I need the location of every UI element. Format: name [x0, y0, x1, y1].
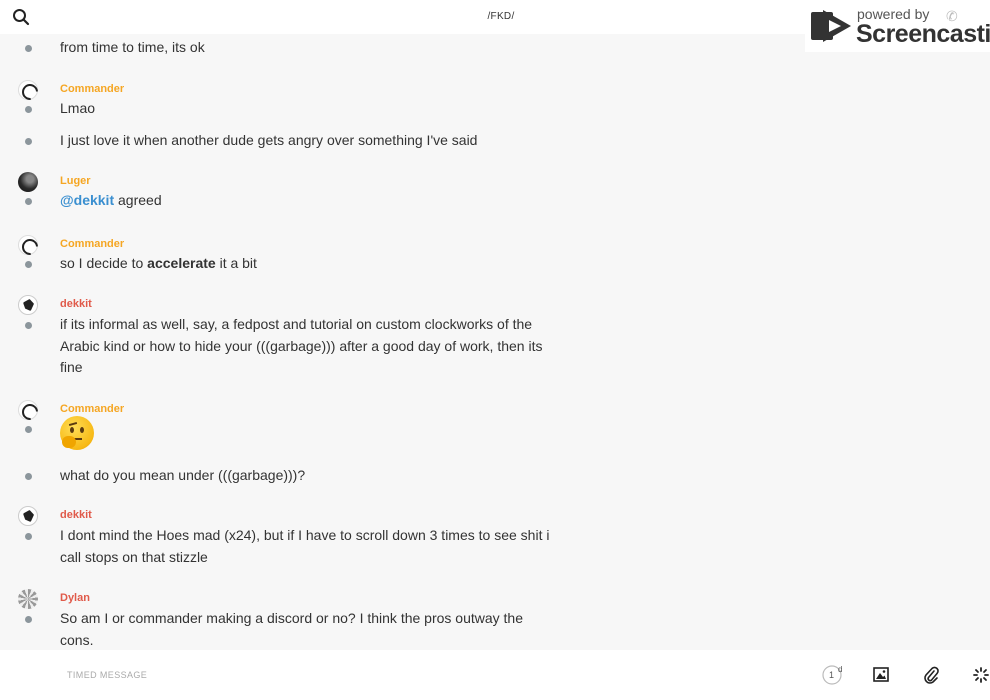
- avatar[interactable]: [18, 506, 38, 526]
- avatar[interactable]: [18, 80, 38, 100]
- username[interactable]: dekkit: [60, 509, 92, 521]
- username[interactable]: Commander: [60, 238, 124, 250]
- avatar[interactable]: [18, 400, 38, 420]
- message-text: so I decide to accelerate it a bit: [60, 255, 257, 271]
- bullet-dot: [25, 261, 32, 268]
- avatar[interactable]: [18, 589, 38, 609]
- message-list: from time to time, its ok Commander Lmao…: [0, 34, 990, 650]
- avatar[interactable]: [18, 235, 38, 255]
- phone-icon: ✆: [946, 8, 958, 24]
- bullet-dot: [25, 45, 32, 52]
- user-mention[interactable]: @dekkit: [60, 192, 114, 208]
- username[interactable]: Commander: [60, 403, 124, 415]
- message-text: what do you mean under (((garbage)))?: [60, 467, 306, 483]
- timer-value: 1: [829, 670, 835, 680]
- bullet-dot: [25, 616, 32, 623]
- bullet-dot: [25, 322, 32, 329]
- username[interactable]: Dylan: [60, 592, 90, 604]
- username[interactable]: dekkit: [60, 298, 92, 310]
- message-text: Lmao: [60, 100, 96, 116]
- spinner-icon[interactable]: [973, 667, 989, 683]
- bullet-dot: [25, 533, 32, 540]
- message-input[interactable]: TIMED MESSAGE: [67, 670, 147, 680]
- bullet-dot: [25, 426, 32, 433]
- paperclip-icon[interactable]: [923, 666, 939, 684]
- bullet-dot: [25, 138, 32, 145]
- avatar[interactable]: [18, 172, 38, 192]
- message-text: if its informal as well, say, a fedpost …: [60, 316, 543, 375]
- timer-unit: d: [838, 665, 843, 674]
- thinking-face-icon: [60, 416, 94, 450]
- username[interactable]: Luger: [60, 175, 91, 187]
- username[interactable]: Commander: [60, 83, 124, 95]
- message-text: from time to time, its ok: [60, 39, 205, 55]
- avatar[interactable]: [18, 295, 38, 315]
- message-text: So am I or commander making a discord or…: [60, 610, 524, 648]
- message-text: I dont mind the Hoes mad (x24), but if I…: [60, 527, 550, 565]
- message-text: @dekkit agreed: [60, 192, 162, 208]
- bullet-dot: [25, 198, 32, 205]
- bullet-dot: [25, 106, 32, 113]
- image-icon[interactable]: [873, 667, 889, 682]
- bullet-dot: [25, 473, 32, 480]
- message-text: I just love it when another dude gets an…: [60, 132, 478, 148]
